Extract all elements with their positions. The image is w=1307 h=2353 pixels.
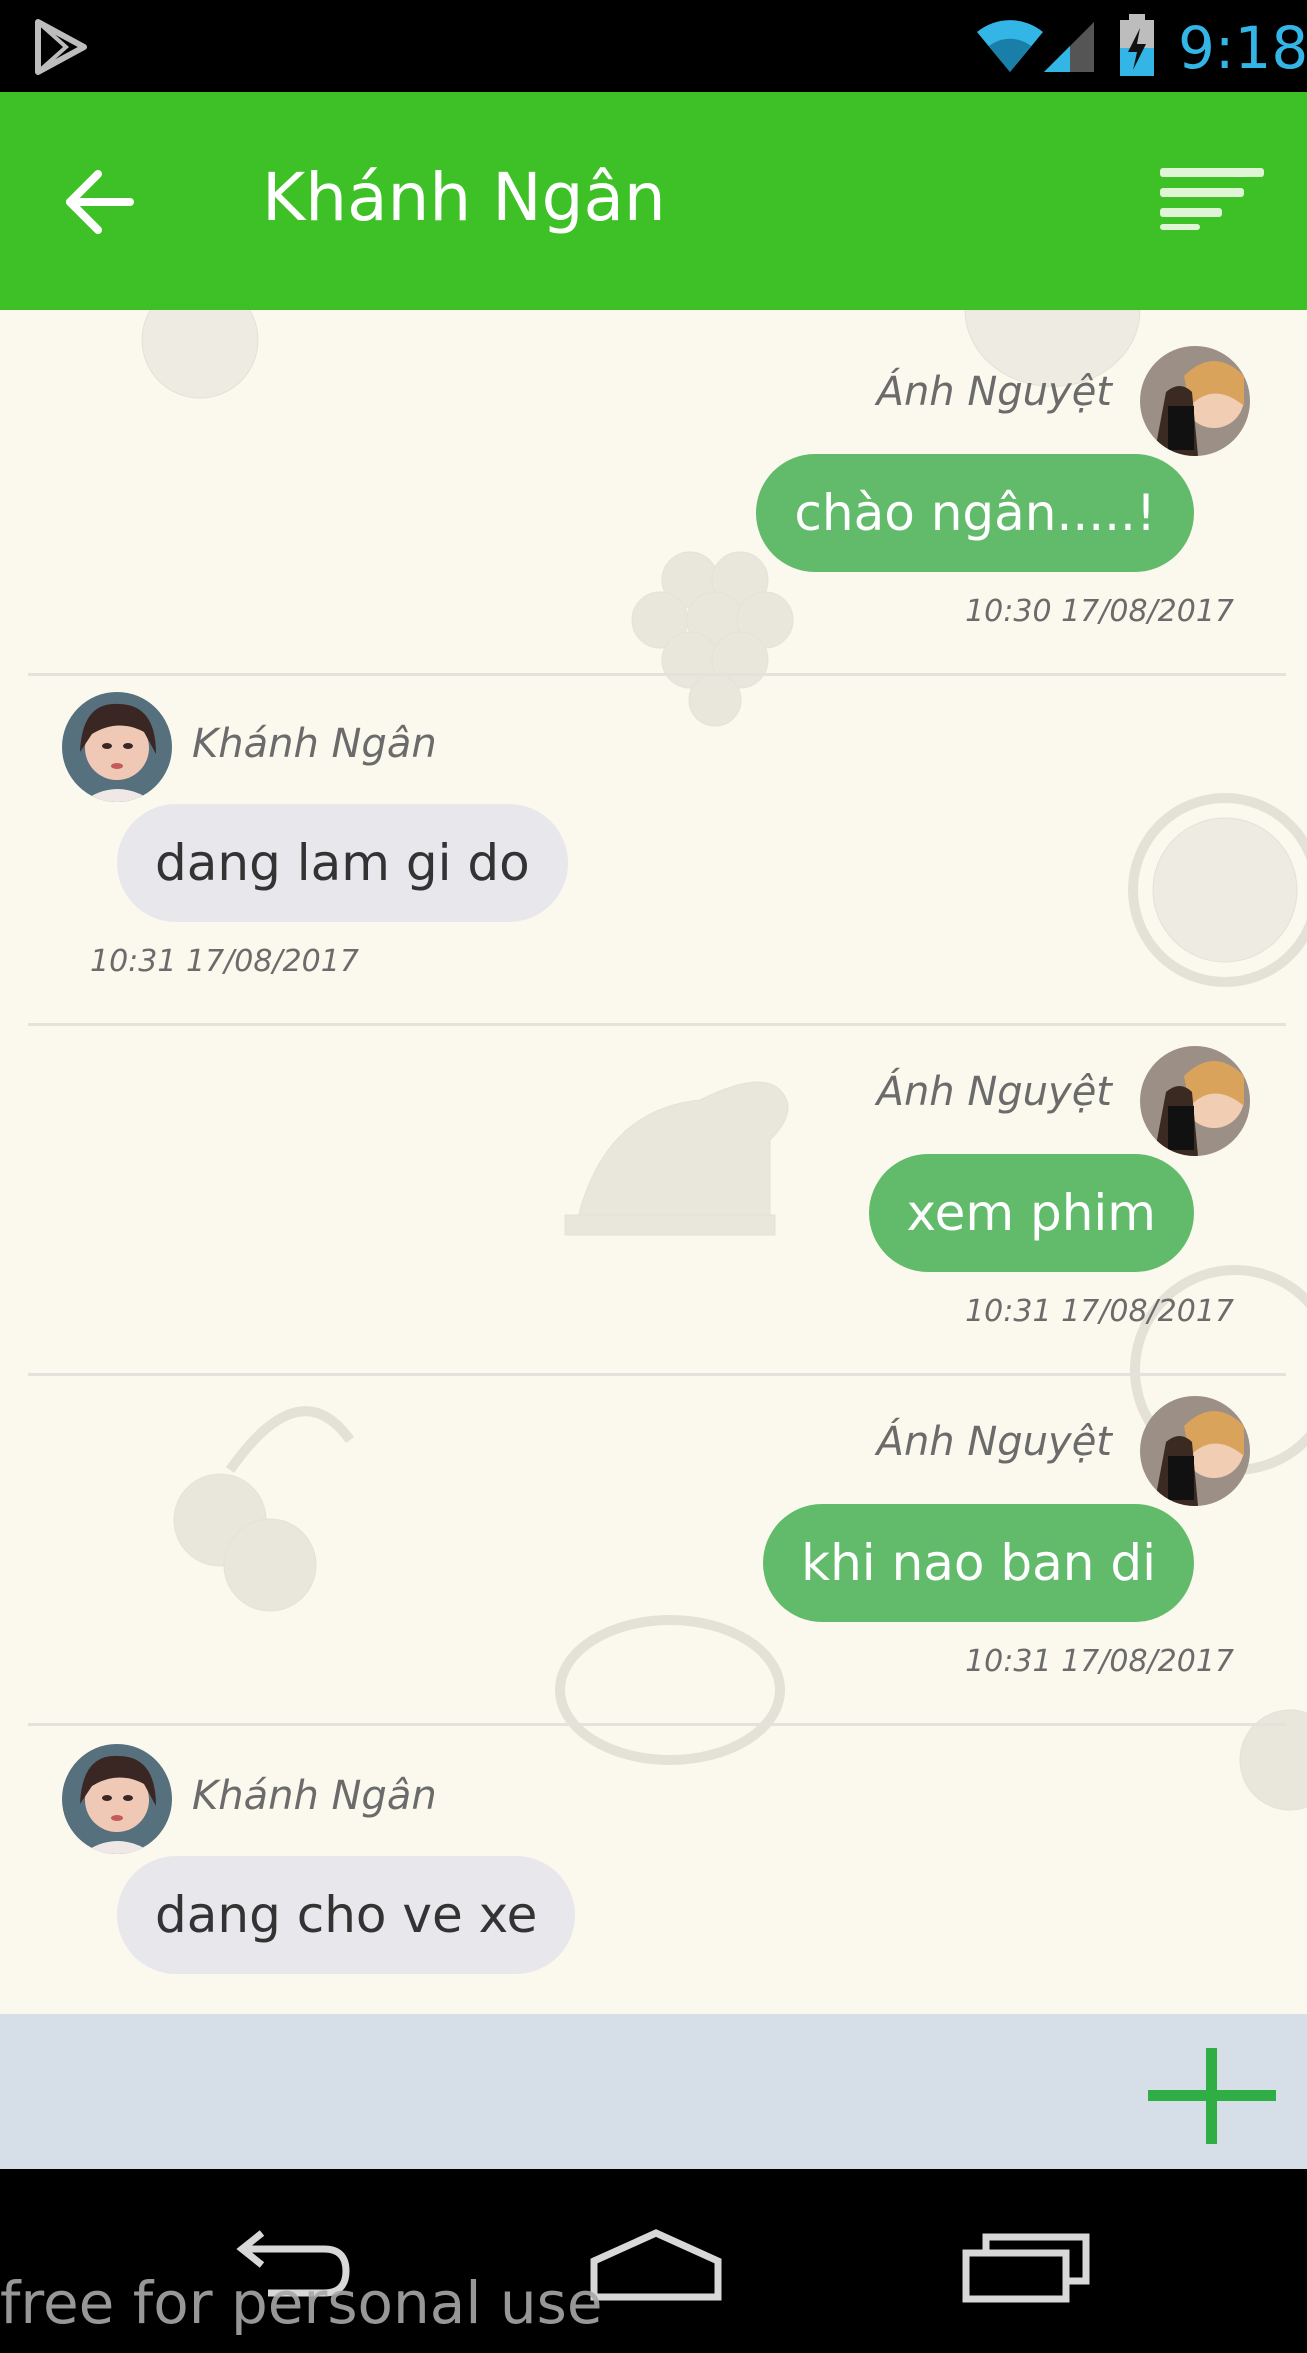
back-arrow-icon[interactable] <box>60 162 140 242</box>
app-bar: Khánh Ngân <box>0 92 1307 310</box>
sort-menu-icon[interactable] <box>1160 158 1264 238</box>
sender-name: Khánh Ngân <box>192 1773 437 1819</box>
input-bar <box>0 2014 1307 2169</box>
message-timestamp: 10:31 17/08/2017 <box>965 1644 1234 1679</box>
avatar[interactable] <box>1140 346 1250 456</box>
outgoing-message-bubble[interactable]: chào ngân.....! <box>756 454 1194 572</box>
sender-name: Ánh Nguyệt <box>876 369 1112 415</box>
clock: 9:18 <box>1178 14 1307 82</box>
recents-nav-icon[interactable] <box>962 2227 1092 2303</box>
message-timestamp: 10:30 17/08/2017 <box>965 594 1234 629</box>
home-nav-icon[interactable] <box>588 2227 724 2303</box>
message-timestamp: 10:31 17/08/2017 <box>90 944 359 979</box>
battery-charging-icon <box>1120 14 1154 76</box>
message-divider <box>28 1723 1286 1726</box>
play-store-icon <box>35 19 87 75</box>
message-divider <box>28 1373 1286 1376</box>
avatar[interactable] <box>1140 1396 1250 1506</box>
message-divider <box>28 1023 1286 1026</box>
plus-icon[interactable] <box>1148 2048 1276 2144</box>
incoming-message-bubble[interactable]: dang cho ve xe <box>117 1856 576 1974</box>
message-timestamp: 10:31 17/08/2017 <box>965 1294 1234 1329</box>
incoming-message-bubble[interactable]: dang lam gi do <box>117 804 568 922</box>
outgoing-message-bubble[interactable]: xem phim <box>868 1154 1194 1272</box>
sender-name: Ánh Nguyệt <box>876 1069 1112 1115</box>
sender-name: Ánh Nguyệt <box>876 1419 1112 1465</box>
chat-area[interactable]: Ánh Nguyệt chào ngân.....! 10:30 17/08/2… <box>0 310 1307 2014</box>
wifi-icon <box>977 20 1043 73</box>
avatar[interactable] <box>62 692 172 802</box>
status-bar: 9:18 <box>0 0 1307 92</box>
signal-icon <box>1044 22 1094 72</box>
avatar[interactable] <box>62 1744 172 1854</box>
outgoing-message-bubble[interactable]: khi nao ban di <box>763 1504 1194 1622</box>
avatar[interactable] <box>1140 1046 1250 1156</box>
watermark-text: free for personal use <box>0 2269 603 2337</box>
sender-name: Khánh Ngân <box>192 721 437 767</box>
message-divider <box>28 673 1286 676</box>
conversation-title: Khánh Ngân <box>262 159 666 236</box>
